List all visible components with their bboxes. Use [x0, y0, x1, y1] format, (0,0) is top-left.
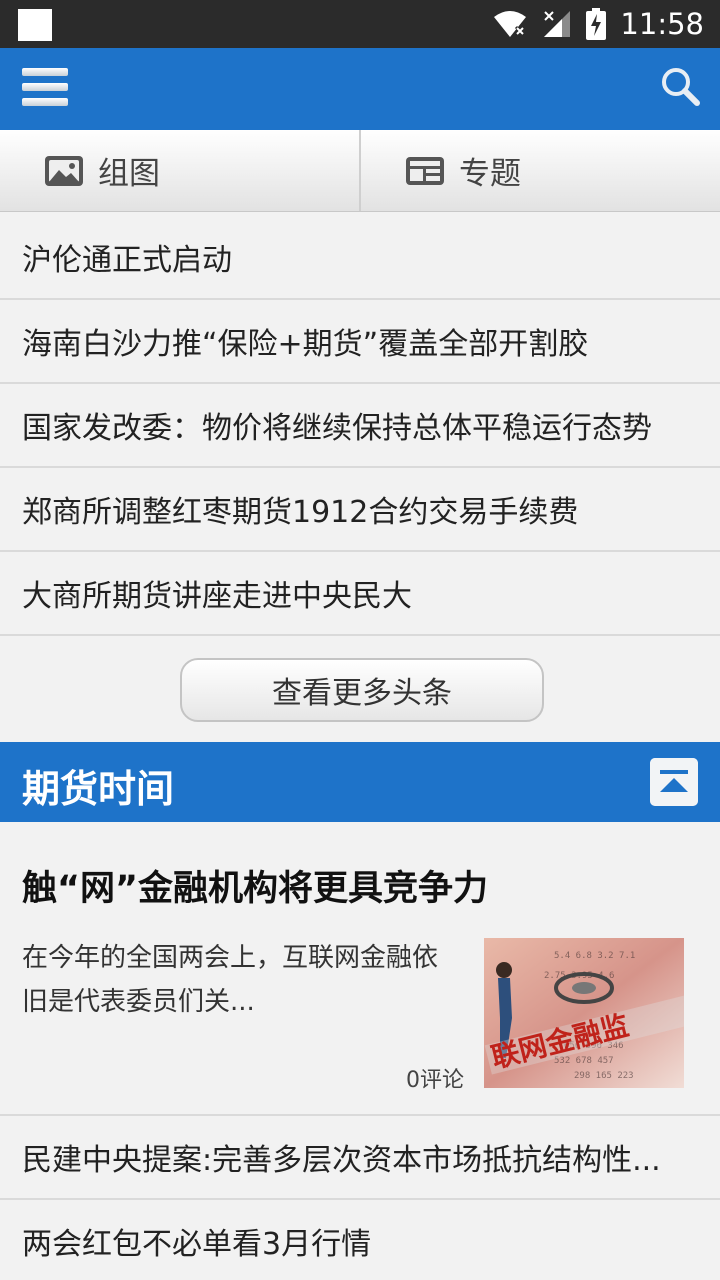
search-icon[interactable] — [660, 66, 700, 106]
battery-charging-icon — [586, 8, 607, 40]
svg-text:5.4 6.8 3.2 7.1: 5.4 6.8 3.2 7.1 — [554, 951, 635, 961]
headline-item[interactable]: 海南白沙力推“保险+期货”覆盖全部开割胶 — [0, 300, 720, 384]
more-headlines-button[interactable]: 查看更多头条 — [180, 658, 544, 722]
svg-text:298 165 223: 298 165 223 — [574, 1071, 634, 1081]
headline-item[interactable]: 国家发改委：物价将继续保持总体平稳运行态势 — [0, 384, 720, 468]
notification-icon — [18, 9, 52, 41]
tab-topics[interactable]: 专题 — [359, 130, 720, 211]
comment-count: 0评论 — [406, 1068, 464, 1093]
feature-article[interactable]: 触“网”金融机构将更具竞争力 在今年的全国两会上，互联网金融依旧是代表委员们关.… — [0, 822, 720, 1116]
menu-icon[interactable] — [22, 66, 68, 108]
headline-item[interactable]: 郑商所调整红枣期货1912合约交易手续费 — [0, 468, 720, 552]
app-bar — [0, 48, 720, 130]
category-tabs: 组图 专题 — [0, 130, 720, 212]
news-icon — [406, 156, 444, 185]
news-list: 民建中央提案:完善多层次资本市场抵抗结构性... 两会红包不必单看3月行情 — [0, 1116, 720, 1280]
article-thumbnail: 5.4 6.8 3.2 7.1 2.75 3.95 4.6 656 596 34… — [484, 938, 684, 1088]
news-item[interactable]: 两会红包不必单看3月行情 — [0, 1200, 720, 1280]
tab-gallery[interactable]: 组图 — [0, 130, 359, 211]
signal-icon — [544, 11, 571, 37]
section-header: 期货时间 — [0, 742, 720, 822]
headline-item[interactable]: 大商所期货讲座走进中央民大 — [0, 552, 720, 636]
status-bar: 11:58 — [0, 0, 720, 48]
news-item[interactable]: 民建中央提案:完善多层次资本市场抵抗结构性... — [0, 1116, 720, 1200]
status-time: 11:58 — [620, 7, 704, 41]
image-icon — [45, 155, 83, 186]
tab-label: 专题 — [459, 156, 521, 192]
wifi-icon — [494, 11, 527, 37]
feature-summary: 在今年的全国两会上，互联网金融依旧是代表委员们关... — [22, 943, 439, 1017]
headline-list: 沪伦通正式启动 海南白沙力推“保险+期货”覆盖全部开割胶 国家发改委：物价将继续… — [0, 216, 720, 636]
section-title: 期货时间 — [22, 767, 175, 811]
tab-label: 组图 — [98, 156, 160, 192]
feature-title: 触“网”金融机构将更具竞争力 — [22, 869, 489, 909]
collapse-up-icon[interactable] — [650, 758, 698, 806]
headline-item[interactable]: 沪伦通正式启动 — [0, 216, 720, 300]
more-container: 查看更多头条 — [0, 636, 720, 742]
